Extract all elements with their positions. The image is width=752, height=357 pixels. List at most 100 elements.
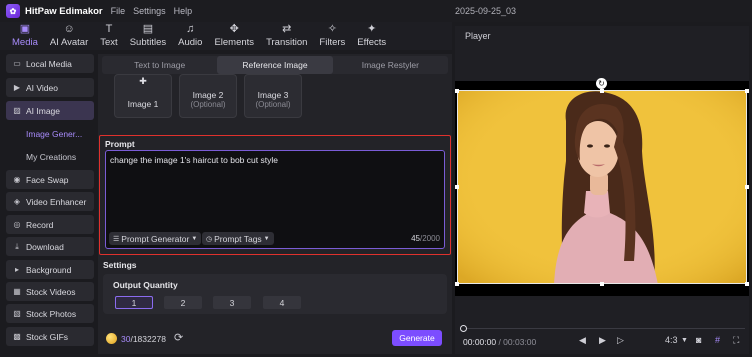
quantity-option-4[interactable]: 4 bbox=[263, 296, 301, 309]
resize-handle[interactable] bbox=[455, 89, 459, 93]
ai-image-panel: Text to Image Reference Image Image Rest… bbox=[98, 54, 452, 354]
resize-handle[interactable] bbox=[745, 89, 749, 93]
sidebar-item-download[interactable]: ⤓ Download bbox=[6, 237, 94, 256]
prompt-text: change the image 1's haircut to bob cut … bbox=[110, 155, 278, 165]
filters-icon: ✧ bbox=[327, 23, 337, 35]
prompt-input[interactable]: change the image 1's haircut to bob cut … bbox=[105, 150, 445, 249]
prompt-generator-label: Prompt Generator bbox=[121, 233, 190, 244]
resize-handle[interactable] bbox=[745, 282, 749, 286]
add-image-icon: ✚ bbox=[139, 76, 147, 86]
tool-label: AI Avatar bbox=[49, 37, 89, 48]
stock-photos-icon: ▧ bbox=[13, 309, 21, 318]
tool-label: Filters bbox=[319, 37, 346, 48]
menu-settings[interactable]: Settings bbox=[133, 6, 166, 16]
tab-reference-image[interactable]: Reference Image bbox=[217, 56, 333, 74]
tool-subtitles[interactable]: ▤ Subtitles bbox=[124, 22, 172, 50]
title-bar: ✿ HitPaw Edimakor File Settings Help 202… bbox=[0, 0, 752, 22]
tool-text[interactable]: T Text bbox=[94, 22, 123, 50]
sidebar-item-stock-gifs[interactable]: ▩ Stock GIFs bbox=[6, 327, 94, 346]
next-frame-icon[interactable]: ▷ bbox=[617, 335, 624, 346]
elements-icon: ✥ bbox=[229, 23, 239, 35]
aspect-ratio-select[interactable]: 4:3 bbox=[665, 335, 678, 345]
image-slot-1[interactable]: ✚ Image 1 bbox=[114, 74, 172, 118]
time-display: 00:00:00 / 00:03:00 bbox=[463, 337, 536, 347]
sidebar-item-ai-image[interactable]: ▨ AI Image bbox=[6, 101, 94, 120]
app-name: HitPaw Edimakor bbox=[25, 5, 103, 17]
sidebar-item-face-swap[interactable]: ◉ Face Swap bbox=[6, 170, 94, 189]
grid-icon[interactable]: # bbox=[715, 335, 720, 345]
text-icon: T bbox=[105, 23, 113, 35]
effects-icon: ✦ bbox=[367, 23, 377, 35]
snapshot-icon[interactable]: ◙ bbox=[696, 335, 701, 345]
credits-total: /1832278 bbox=[130, 334, 166, 344]
quantity-option-2[interactable]: 2 bbox=[164, 296, 202, 309]
resize-handle[interactable] bbox=[455, 185, 459, 189]
portrait-photo bbox=[458, 91, 746, 283]
tool-filters[interactable]: ✧ Filters bbox=[313, 22, 351, 50]
record-icon: ◎ bbox=[13, 220, 21, 229]
quantity-option-1[interactable]: 1 bbox=[115, 296, 153, 309]
sidebar-item-ai-video[interactable]: ▶ AI Video bbox=[6, 78, 94, 97]
tool-elements[interactable]: ✥ Elements bbox=[208, 22, 260, 50]
sidebar: ▭ Local Media ▶ AI Video ▨ AI Image Image G… bbox=[6, 54, 94, 354]
prompt-generator-button[interactable]: ☰ Prompt Generator ▼ bbox=[109, 232, 202, 245]
sidebar-item-record[interactable]: ◎ Record bbox=[6, 215, 94, 234]
resize-handle[interactable] bbox=[600, 89, 604, 93]
refresh-icon[interactable]: ⟳ bbox=[174, 331, 183, 344]
rotate-icon[interactable]: ↻ bbox=[596, 78, 607, 89]
face-swap-icon: ◉ bbox=[13, 175, 21, 184]
sidebar-item-label: Stock Videos bbox=[26, 286, 76, 297]
avatar-icon: ☺ bbox=[63, 23, 75, 35]
sidebar-item-video-enhancer[interactable]: ◈ Video Enhancer bbox=[6, 192, 94, 211]
stock-videos-icon: ▦ bbox=[13, 287, 21, 296]
sidebar-item-stock-videos[interactable]: ▦ Stock Videos bbox=[6, 282, 94, 301]
tool-media[interactable]: ▣ Media bbox=[6, 22, 44, 50]
resize-handle[interactable] bbox=[745, 185, 749, 189]
image-slot-3[interactable]: Image 3 (Optional) bbox=[244, 74, 302, 118]
resize-handle[interactable] bbox=[455, 282, 459, 286]
sidebar-item-label: Local Media bbox=[26, 58, 72, 69]
image-slot-2[interactable]: Image 2 (Optional) bbox=[179, 74, 237, 118]
menu-file[interactable]: File bbox=[111, 6, 126, 16]
time-total: / 00:03:00 bbox=[496, 337, 537, 347]
tool-label: Transition bbox=[266, 37, 308, 48]
sidebar-item-label: Stock Photos bbox=[26, 308, 77, 319]
tab-image-restyler[interactable]: Image Restyler bbox=[333, 56, 448, 74]
playhead-handle[interactable] bbox=[460, 325, 467, 332]
tool-ai-avatar[interactable]: ☺ AI Avatar bbox=[44, 22, 94, 50]
fullscreen-icon[interactable]: ⛶ bbox=[733, 335, 739, 346]
tab-text-to-image[interactable]: Text to Image bbox=[102, 56, 217, 74]
menu-help[interactable]: Help bbox=[174, 6, 193, 16]
time-current: 00:00:00 bbox=[463, 337, 497, 347]
previous-frame-icon[interactable]: ◀ bbox=[579, 335, 586, 346]
timeline-track[interactable] bbox=[467, 328, 745, 329]
folder-icon: ▭ bbox=[13, 59, 21, 68]
sidebar-item-label: Record bbox=[26, 219, 54, 230]
sidebar-item-label: Stock GIFs bbox=[26, 331, 69, 342]
quantity-option-3[interactable]: 3 bbox=[213, 296, 251, 309]
sidebar-subitem-image-generator[interactable]: Image Gener... bbox=[26, 129, 82, 139]
preview-image[interactable] bbox=[457, 90, 747, 284]
generate-button[interactable]: Generate bbox=[392, 330, 442, 346]
character-count-max: /2000 bbox=[419, 234, 440, 243]
background-icon: ▸ bbox=[14, 265, 19, 274]
image-slot-optional: (Optional) bbox=[190, 100, 226, 109]
tool-audio[interactable]: ♫ Audio bbox=[172, 22, 208, 50]
enhancer-icon: ◈ bbox=[13, 197, 21, 206]
resize-handle[interactable] bbox=[600, 282, 604, 286]
character-count: 45/2000 bbox=[411, 234, 440, 243]
chevron-down-icon[interactable]: ▼ bbox=[681, 337, 688, 344]
sidebar-item-stock-photos[interactable]: ▧ Stock Photos bbox=[6, 304, 94, 323]
tool-effects[interactable]: ✦ Effects bbox=[351, 22, 392, 50]
prompt-tags-button[interactable]: ◷ Prompt Tags ▼ bbox=[202, 232, 274, 245]
tool-transition[interactable]: ⇄ Transition bbox=[260, 22, 313, 50]
tool-label: Audio bbox=[178, 37, 203, 48]
play-icon[interactable]: ▶ bbox=[599, 335, 606, 346]
sidebar-item-label: Video Enhancer bbox=[26, 196, 87, 207]
sidebar-item-background[interactable]: ▸ Background bbox=[6, 260, 94, 279]
tool-label: Elements bbox=[214, 37, 255, 48]
chevron-down-icon: ▼ bbox=[263, 235, 270, 242]
sidebar-item-label: Background bbox=[26, 264, 72, 275]
sidebar-subitem-my-creations[interactable]: My Creations bbox=[26, 152, 76, 162]
sidebar-item-local-media[interactable]: ▭ Local Media bbox=[6, 54, 94, 73]
